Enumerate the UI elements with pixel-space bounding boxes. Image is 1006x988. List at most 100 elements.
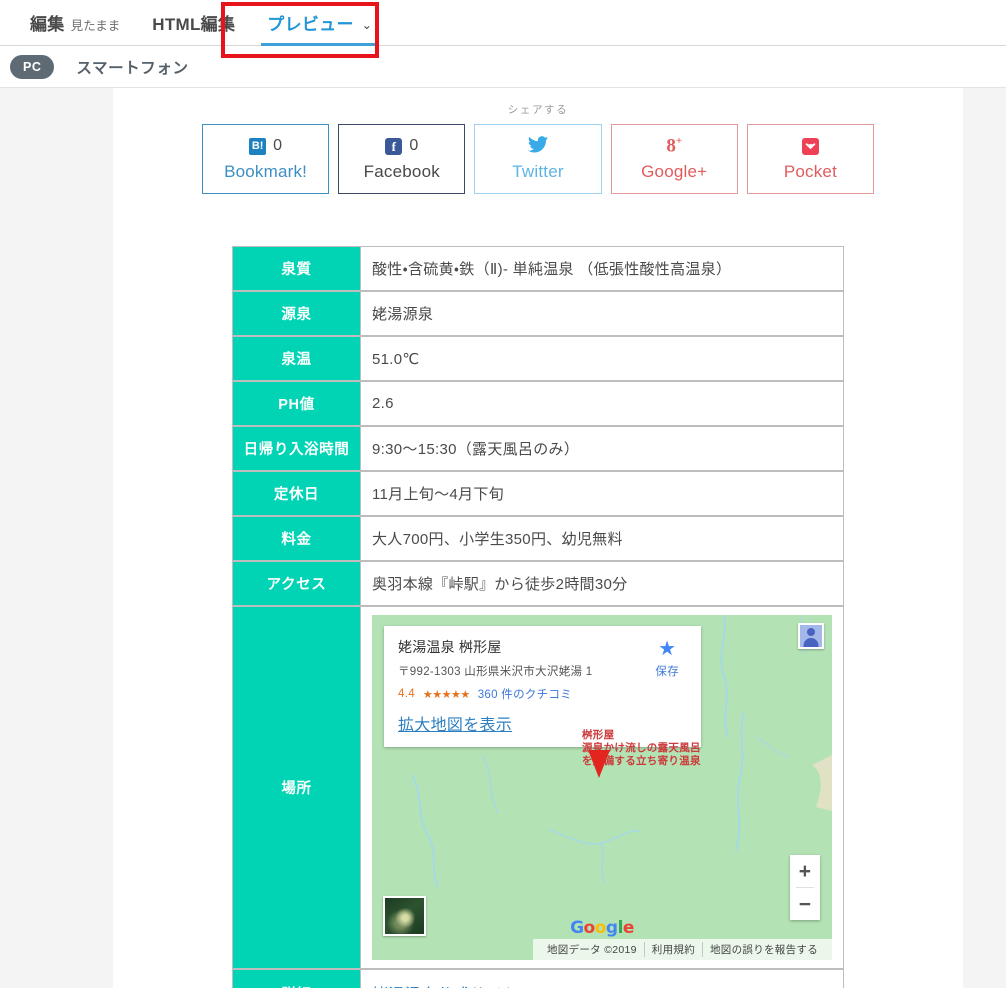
- pocket-icon: [801, 137, 819, 155]
- device-toggle-smartphone[interactable]: スマートフォン: [76, 56, 188, 78]
- logo-letter: e: [622, 918, 635, 938]
- share-button-pocket[interactable]: Pocket: [746, 124, 875, 194]
- row-label: PH値: [232, 381, 360, 426]
- tab-label: HTML編集: [152, 15, 236, 34]
- table-row: 源泉 姥湯源泉: [232, 291, 844, 336]
- table-row: 泉質 酸性・含硫黄・鉄（Ⅱ)- 単純温泉 （低張性酸性高温泉）: [232, 246, 844, 291]
- row-value: 51.0℃: [360, 336, 844, 381]
- row-value: 9:30〜15:30（露天風呂のみ）: [360, 426, 844, 471]
- google-plus-icon: 8+: [666, 135, 683, 157]
- share-button-twitter[interactable]: Twitter: [474, 124, 602, 194]
- row-value: 2.6: [360, 381, 844, 426]
- share-button-top: 8+: [612, 134, 737, 158]
- tab-label: プレビュー: [267, 15, 354, 34]
- logo-letter: G: [570, 918, 584, 938]
- tab-html-edit[interactable]: HTML編集: [136, 10, 251, 46]
- row-value: 大人700円、小学生350円、幼児無料: [360, 516, 844, 561]
- row-value: 奥羽本線『峠駅』から徒歩2時間30分: [360, 561, 844, 606]
- map-zoom-out-button[interactable]: −: [790, 888, 820, 920]
- share-button-label: Pocket: [783, 162, 837, 181]
- share-section: シェアする B! 0 Bookmark! f 0 Facebook Twitte…: [202, 102, 875, 194]
- row-label: アクセス: [232, 561, 360, 606]
- row-label: 詳細: [232, 969, 360, 988]
- table-row: 日帰り入浴時間 9:30〜15:30（露天風呂のみ）: [232, 426, 844, 471]
- map-place-address: 〒992-1303 山形県米沢市大沢姥湯 1: [398, 666, 593, 678]
- map-location-pin-icon: [588, 750, 610, 778]
- row-label: 泉質: [232, 246, 360, 291]
- share-button-label: Facebook: [363, 162, 440, 181]
- row-value-map: 姥湯温泉 桝形屋 〒992-1303 山形県米沢市大沢姥湯 1 4.4 ★★★★…: [360, 606, 844, 969]
- twitter-bird-icon: [528, 135, 548, 157]
- map-poi-name: 桝形屋: [582, 729, 615, 741]
- map-save-label: 保存: [655, 666, 679, 678]
- row-label: 泉温: [232, 336, 360, 381]
- row-label: 料金: [232, 516, 360, 561]
- share-button-hatena[interactable]: B! 0 Bookmark!: [202, 124, 330, 194]
- map-zoom-controls[interactable]: + −: [790, 855, 820, 920]
- tab-bar-divider: [0, 45, 1006, 46]
- tab-sublabel: 見たまま: [70, 19, 121, 33]
- row-value: 姥湯温泉公式サイト: [360, 969, 844, 988]
- device-toggle-pc[interactable]: PC: [10, 54, 55, 79]
- map-review-count-link[interactable]: 360 件のクチコミ: [478, 686, 572, 702]
- editor-tab-bar: 編集 見たまま HTML編集 プレビュー ⌄: [0, 0, 1006, 58]
- table-row-map: 場所 姥湯温泉 桝形屋 〒992-1303 山形県米沢市大沢姥湯 1 4.4 ★…: [232, 606, 844, 969]
- row-label: 定休日: [232, 471, 360, 516]
- map-report-error-link[interactable]: 地図の誤りを報告する: [702, 942, 825, 957]
- map-rating-row: 4.4 ★★★★★ 360 件のクチコミ: [398, 686, 687, 702]
- share-button-googleplus[interactable]: 8+ Google+: [610, 124, 738, 194]
- preview-canvas: シェアする B! 0 Bookmark! f 0 Facebook Twitte…: [0, 88, 1006, 988]
- tab-label: 編集: [30, 15, 65, 34]
- row-label: 場所: [232, 606, 360, 969]
- share-button-top: [475, 134, 600, 158]
- map-save-button[interactable]: ★ 保存: [655, 639, 679, 679]
- onsen-info-table: 泉質 酸性・含硫黄・鉄（Ⅱ)- 単純温泉 （低張性酸性高温泉） 源泉 姥湯源泉 …: [232, 246, 844, 988]
- share-button-facebook[interactable]: f 0 Facebook: [338, 124, 466, 194]
- hatena-bookmark-icon: B!: [249, 137, 267, 155]
- map-zoom-in-button[interactable]: +: [790, 855, 820, 887]
- share-button-top: [748, 134, 873, 158]
- share-button-top: B! 0: [203, 134, 328, 158]
- table-row-detail: 詳細 姥湯温泉公式サイト: [232, 969, 844, 988]
- table-row: 泉温 51.0℃: [232, 336, 844, 381]
- map-terms-link[interactable]: 利用規約: [643, 942, 702, 957]
- table-row: 料金 大人700円、小学生350円、幼児無料: [232, 516, 844, 561]
- share-heading: シェアする: [507, 104, 569, 116]
- logo-letter: g: [605, 918, 618, 938]
- table-row: PH値 2.6: [232, 381, 844, 426]
- table-row: 定休日 11月上旬〜4月下旬: [232, 471, 844, 516]
- street-view-pegman-icon[interactable]: [798, 623, 824, 649]
- map-attribution-bar: 地図データ ©2019 利用規約 地図の誤りを報告する: [532, 939, 832, 960]
- google-logo: Google: [570, 918, 634, 938]
- map-satellite-thumbnail[interactable]: [383, 896, 426, 936]
- chevron-down-icon[interactable]: ⌄: [362, 19, 372, 31]
- logo-letter: o: [583, 918, 596, 938]
- tab-preview[interactable]: プレビュー ⌄: [251, 10, 388, 46]
- onsen-info-table-wrapper: 泉質 酸性・含硫黄・鉄（Ⅱ)- 単純温泉 （低張性酸性高温泉） 源泉 姥湯源泉 …: [232, 246, 844, 988]
- share-button-row: B! 0 Bookmark! f 0 Facebook Twitter 8+ G…: [202, 124, 875, 194]
- share-count: 0: [273, 137, 283, 154]
- logo-letter: o: [594, 918, 607, 938]
- star-icon: ★: [658, 638, 677, 660]
- facebook-icon: f: [385, 137, 403, 155]
- map-rating-score: 4.4: [398, 688, 415, 700]
- row-label: 源泉: [232, 291, 360, 336]
- row-value: 酸性・含硫黄・鉄（Ⅱ)- 単純温泉 （低張性酸性高温泉）: [360, 246, 844, 291]
- row-value: 11月上旬〜4月下旬: [360, 471, 844, 516]
- map-data-copyright: 地図データ ©2019: [546, 944, 637, 956]
- star-rating-icon: ★★★★★: [422, 688, 470, 701]
- map-expand-link[interactable]: 拡大地図を表示: [398, 711, 512, 735]
- preview-page: シェアする B! 0 Bookmark! f 0 Facebook Twitte…: [113, 88, 963, 988]
- row-value: 姥湯源泉: [360, 291, 844, 336]
- device-preview-bar: PC スマートフォン: [0, 46, 1006, 88]
- share-count: 0: [409, 137, 419, 154]
- share-button-top: f 0: [339, 134, 464, 158]
- share-button-label: Bookmark!: [224, 162, 308, 181]
- share-button-label: Google+: [641, 162, 708, 181]
- active-tab-underline: [261, 43, 378, 46]
- share-button-label: Twitter: [512, 162, 564, 181]
- map-place-title: 姥湯温泉 桝形屋: [398, 639, 502, 655]
- row-label: 日帰り入浴時間: [232, 426, 360, 471]
- google-map-embed[interactable]: 姥湯温泉 桝形屋 〒992-1303 山形県米沢市大沢姥湯 1 4.4 ★★★★…: [372, 615, 832, 960]
- tab-edit-wysiwyg[interactable]: 編集 見たまま: [14, 10, 136, 46]
